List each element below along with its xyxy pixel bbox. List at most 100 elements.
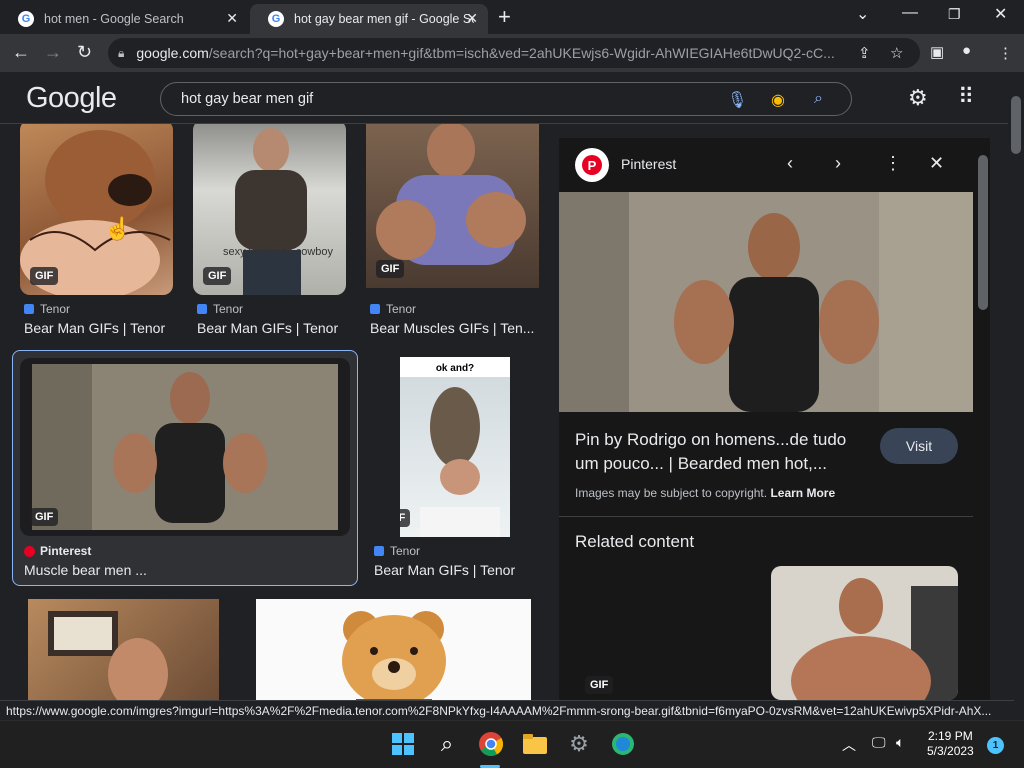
related-content-heading: Related content xyxy=(575,532,695,551)
result-thumbnail[interactable]: GIF xyxy=(366,124,539,288)
pinterest-logo-icon: P xyxy=(575,148,609,182)
page-scrollbar[interactable] xyxy=(1008,72,1024,700)
url-path: /search?q=hot+gay+bear+men+gif&tbm=isch&… xyxy=(208,45,835,61)
bookmark-star-icon[interactable]: ☆ xyxy=(890,44,903,62)
notification-badge[interactable]: 1 xyxy=(987,737,1004,754)
image-results: GIF Tenor Bear Man GIFs | Tenor sexy ver… xyxy=(0,124,554,700)
panel-scrollbar-thumb[interactable] xyxy=(978,155,988,310)
next-chevron-icon[interactable]: › xyxy=(835,153,841,174)
windows-taskbar: ⌕ ⚙ ︿ 🖵︎ 🔈︎ 2:19 PM 5/3/2023 1 xyxy=(0,720,1024,768)
windows-start-icon[interactable] xyxy=(390,731,416,757)
minimize-icon[interactable]: — xyxy=(902,4,918,22)
tenor-favicon-icon xyxy=(374,546,384,556)
google-favicon-icon: G xyxy=(18,11,34,27)
tab-active-search[interactable]: G hot gay bear men gif - Google Se ✕ xyxy=(250,4,488,34)
close-tab-icon[interactable]: ✕ xyxy=(226,10,238,27)
search-query: hot gay bear men gif xyxy=(181,91,314,107)
panel-header: P Pinterest ‹ › ⋮ ✕ xyxy=(559,138,975,192)
microphone-icon[interactable]: 🎙︎ xyxy=(727,90,747,110)
tenor-favicon-icon xyxy=(197,304,207,314)
muscle-bear-image xyxy=(32,364,338,530)
search-input[interactable]: hot gay bear men gif 🎙︎ ◉ ⌕ xyxy=(160,82,852,116)
close-panel-icon[interactable]: ✕ xyxy=(929,153,944,174)
panel-site-name[interactable]: Pinterest xyxy=(621,156,676,172)
related-thumbnail[interactable] xyxy=(771,566,958,700)
result-source[interactable]: Tenor xyxy=(374,544,420,558)
result-title[interactable]: Bear Muscles GIFs | Ten... xyxy=(370,320,535,336)
result-thumbnail[interactable]: GIF xyxy=(20,124,173,295)
close-tab-icon[interactable]: ✕ xyxy=(466,10,478,27)
gif-badge: GIF xyxy=(30,267,59,285)
file-explorer-icon[interactable] xyxy=(522,731,548,757)
tab-search-chevron-icon[interactable]: ⌄ xyxy=(856,4,869,24)
gif-badge: GIF xyxy=(30,508,59,526)
tenor-favicon-icon xyxy=(24,304,34,314)
related-thumbnail[interactable]: GIF xyxy=(575,570,765,700)
result-source[interactable]: Tenor xyxy=(24,302,70,316)
visit-button[interactable]: Visit xyxy=(880,428,958,464)
source-name: Tenor xyxy=(390,544,421,558)
url-host: google.com xyxy=(136,45,209,61)
back-arrow-icon[interactable]: ← xyxy=(12,42,30,63)
share-icon[interactable]: ⇪ xyxy=(858,44,871,62)
pinterest-favicon-icon xyxy=(24,545,35,557)
close-window-icon[interactable]: ✕ xyxy=(994,4,1007,24)
apps-grid-icon[interactable]: ⠿ xyxy=(958,84,974,110)
clock[interactable]: 2:19 PM 5/3/2023 xyxy=(927,729,974,759)
gif-badge: GIF xyxy=(203,267,232,285)
menu-dots-icon[interactable]: ⋮ xyxy=(998,44,1013,62)
result-title[interactable]: Bear Man GIFs | Tenor xyxy=(197,320,347,336)
google-logo[interactable]: Google xyxy=(26,82,117,115)
new-tab-button[interactable]: + xyxy=(498,4,511,30)
tab-title: hot gay bear men gif - Google Se xyxy=(294,12,474,26)
result-thumbnail[interactable] xyxy=(256,599,531,700)
result-thumbnail[interactable]: ok and? GIF xyxy=(400,357,510,537)
page-scrollbar-thumb[interactable] xyxy=(1011,96,1021,154)
source-name: Pinterest xyxy=(40,544,92,558)
reload-icon[interactable]: ↻ xyxy=(77,42,92,63)
result-title[interactable]: Muscle bear men ... xyxy=(24,562,344,578)
result-thumbnail[interactable]: sexy very nice cowboy GIF xyxy=(193,124,346,295)
tray-chevron-up-icon[interactable]: ︿ xyxy=(842,735,856,755)
search-icon[interactable]: ⌕ xyxy=(814,90,823,108)
lens-camera-icon[interactable]: ◉ xyxy=(771,90,785,110)
settings-gear-icon[interactable]: ⚙ xyxy=(908,85,928,111)
bodybuilder-image xyxy=(791,578,958,700)
network-icon[interactable]: 🖵︎ xyxy=(872,734,886,751)
chrome-icon[interactable] xyxy=(478,731,504,757)
preview-image[interactable] xyxy=(559,192,973,412)
result-title[interactable]: Bear Man GIFs | Tenor xyxy=(24,320,174,336)
restore-icon[interactable]: ❐ xyxy=(948,6,961,23)
result-source[interactable]: Tenor xyxy=(370,302,416,316)
result-thumbnail[interactable] xyxy=(28,599,219,700)
tab-title: hot men - Google Search xyxy=(44,12,184,26)
result-source[interactable]: Pinterest xyxy=(24,544,91,558)
clock-time: 2:19 PM xyxy=(928,729,973,743)
tab-strip: G hot men - Google Search ✕ G hot gay be… xyxy=(0,0,1024,34)
side-panel-icon[interactable]: ▣ xyxy=(930,43,944,61)
more-options-icon[interactable]: ⋮ xyxy=(884,153,902,174)
search-taskbar-icon[interactable]: ⌕ xyxy=(434,731,460,757)
previous-chevron-icon[interactable]: ‹ xyxy=(787,153,793,174)
address-bar[interactable]: 🔒︎ google.com /search?q=hot+gay+bear+men… xyxy=(108,38,920,68)
settings-app-icon[interactable]: ⚙ xyxy=(566,731,592,757)
pin-title[interactable]: Pin by Rodrigo on homens...de tudo um po… xyxy=(575,428,865,476)
result-source[interactable]: Tenor xyxy=(197,302,243,316)
forward-arrow-icon[interactable]: → xyxy=(44,42,62,63)
volume-icon[interactable]: 🔈︎ xyxy=(896,734,904,751)
edge-browser-icon[interactable] xyxy=(610,731,636,757)
tenor-favicon-icon xyxy=(370,304,380,314)
lock-icon: 🔒︎ xyxy=(118,45,125,60)
result-thumbnail[interactable]: GIF xyxy=(20,358,350,536)
google-favicon-icon: G xyxy=(268,11,284,27)
result-title[interactable]: Bear Man GIFs | Tenor xyxy=(374,562,534,578)
muscle-man-preview-image xyxy=(559,192,973,412)
learn-more-link[interactable]: Learn More xyxy=(770,486,835,500)
source-name: Tenor xyxy=(213,302,244,316)
source-name: Tenor xyxy=(386,302,417,316)
panel-divider xyxy=(559,516,973,517)
profile-icon[interactable]: ● xyxy=(962,42,971,59)
clock-date: 5/3/2023 xyxy=(927,744,974,758)
image-preview-panel: P Pinterest ‹ › ⋮ ✕ Pin by Rodrigo on ho… xyxy=(559,138,990,700)
tab-hot-men[interactable]: G hot men - Google Search ✕ xyxy=(0,4,248,34)
